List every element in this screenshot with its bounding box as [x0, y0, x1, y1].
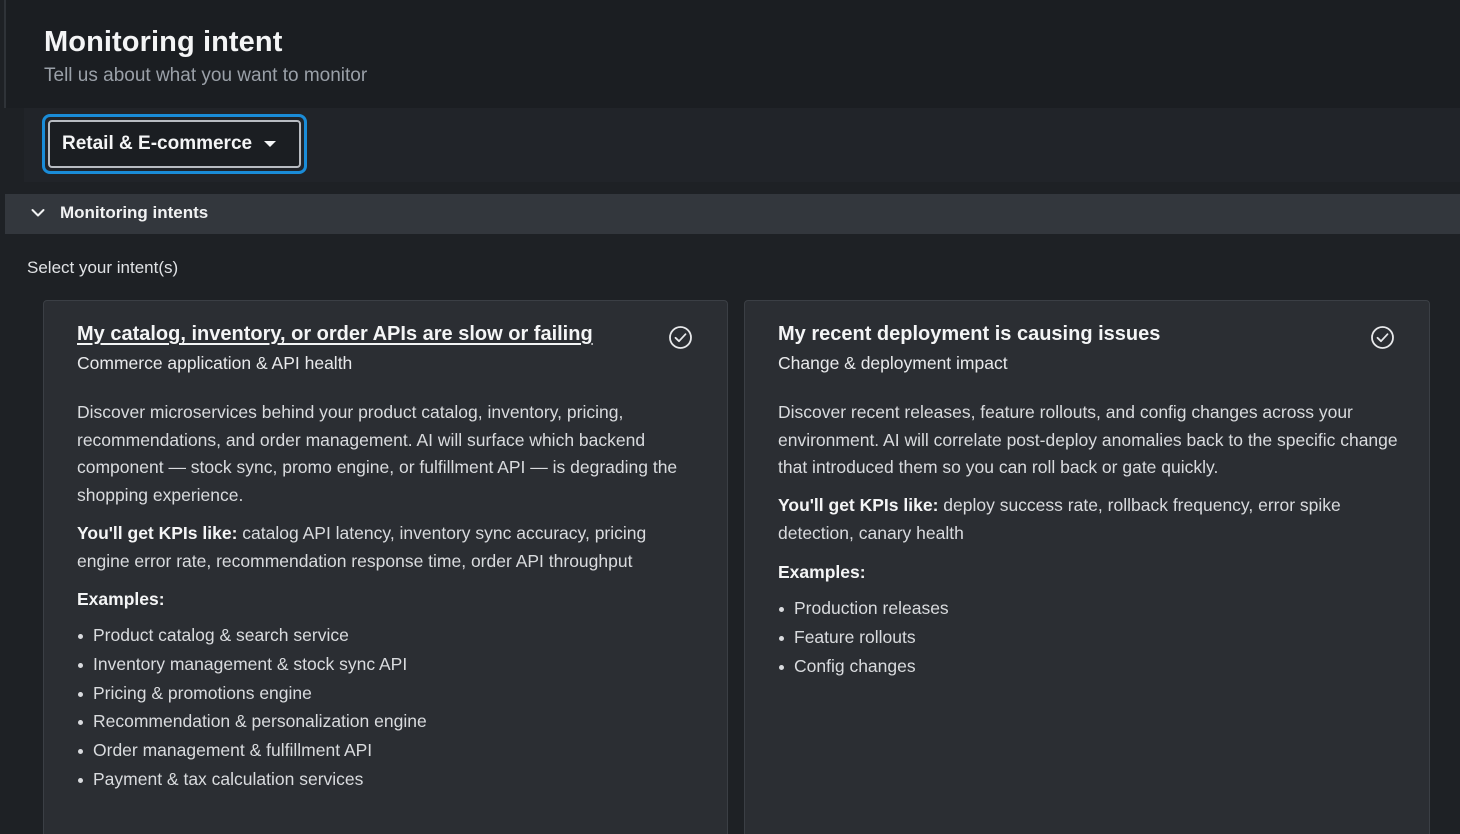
list-item: Recommendation & personalization engine	[77, 707, 427, 736]
monitoring-intents-section-toggle[interactable]: Monitoring intents	[5, 194, 1460, 234]
examples-label: Examples:	[778, 562, 866, 582]
industry-selector-area: Retail & E-commerce	[24, 108, 1460, 182]
intent-card-subtitle: Change & deployment impact	[778, 353, 1008, 373]
caret-down-icon	[264, 141, 277, 147]
list-item: Pricing & promotions engine	[77, 679, 427, 708]
intent-prompt: Select your intent(s)	[27, 258, 179, 277]
page-title: Monitoring intent	[44, 26, 283, 58]
kpis-label: You'll get KPIs like:	[778, 495, 939, 515]
chevron-down-icon	[31, 209, 45, 217]
page-subtitle: Tell us about what you want to monitor	[44, 65, 368, 86]
list-item: Product catalog & search service	[77, 621, 427, 650]
intent-card-deployment-impact[interactable]: My recent deployment is causing issues C…	[744, 300, 1430, 834]
intent-card-title[interactable]: My recent deployment is causing issues	[778, 323, 1160, 346]
list-item: Payment & tax calculation services	[77, 765, 427, 794]
industry-dropdown-value: Retail & E-commerce	[62, 133, 253, 154]
dropdown-focus-ring: Retail & E-commerce	[42, 114, 307, 174]
list-item: Inventory management & stock sync API	[77, 650, 427, 679]
intent-card-subtitle: Commerce application & API health	[77, 353, 353, 373]
section-label: Monitoring intents	[60, 203, 209, 222]
page-header: Monitoring intent Tell us about what you…	[4, 0, 1460, 108]
list-item: Production releases	[778, 594, 949, 623]
example-list: Product catalog & search service Invento…	[77, 621, 427, 794]
kpis-label: You'll get KPIs like:	[77, 523, 238, 543]
monitoring-intent-page: Monitoring intent Tell us about what you…	[0, 0, 1460, 834]
intent-card-description: Discover recent releases, feature rollou…	[778, 402, 1398, 477]
examples-label: Examples:	[77, 589, 165, 609]
list-item: Feature rollouts	[778, 623, 949, 652]
list-item: Order management & fulfillment API	[77, 736, 427, 765]
example-list: Production releases Feature rollouts Con…	[778, 594, 949, 680]
list-item: Config changes	[778, 652, 949, 681]
industry-dropdown[interactable]: Retail & E-commerce	[48, 120, 301, 168]
check-circle-icon	[669, 326, 692, 349]
intent-card-title[interactable]: My catalog, inventory, or order APIs are…	[77, 323, 593, 346]
intent-card-kpis: You'll get KPIs like: deploy success rat…	[778, 492, 1403, 547]
intent-card-kpis: You'll get KPIs like: catalog API latenc…	[77, 520, 702, 575]
intent-card-description: Discover microservices behind your produ…	[77, 402, 678, 505]
intent-card-commerce-api-health[interactable]: My catalog, inventory, or order APIs are…	[43, 300, 728, 834]
check-circle-icon	[1371, 326, 1394, 349]
